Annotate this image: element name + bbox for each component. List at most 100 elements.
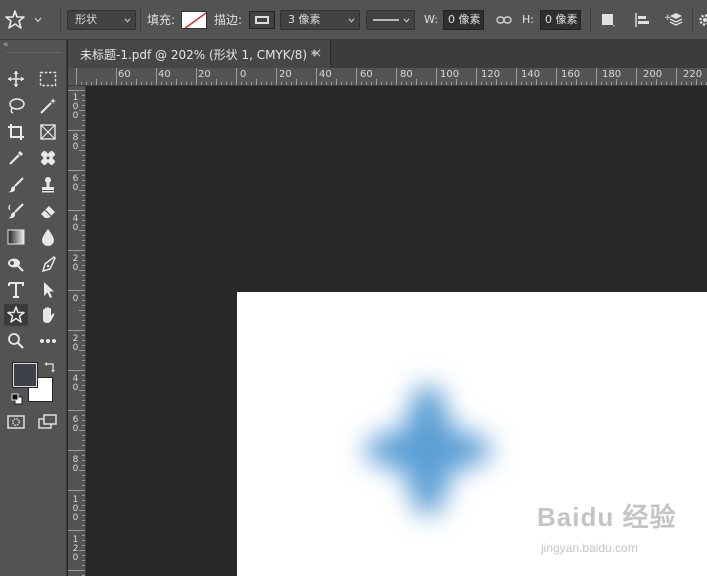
eyedropper-icon xyxy=(9,151,23,165)
blur-tool[interactable] xyxy=(36,226,60,248)
baidu-watermark: Baidu 经验 jingyan.baidu.com xyxy=(537,497,707,567)
quick-mask-button[interactable] xyxy=(4,411,28,433)
ruler-label: 120 xyxy=(72,535,79,563)
screen-mode-icon xyxy=(38,414,57,429)
default-colors-icon[interactable] xyxy=(11,393,23,408)
height-input[interactable]: 0 像素 xyxy=(540,10,581,30)
pen-icon xyxy=(41,256,56,273)
custom-shape-tool[interactable] xyxy=(4,304,28,326)
path-alignment-icon[interactable] xyxy=(634,0,650,40)
ruler-label: 60 xyxy=(72,174,79,193)
lasso-icon xyxy=(9,98,25,114)
ruler-label: 40 xyxy=(158,69,171,80)
magnifier-icon xyxy=(8,333,24,349)
frame-tool[interactable] xyxy=(36,121,60,143)
ruler-label: 60 xyxy=(118,69,131,80)
dodge-tool[interactable] xyxy=(4,253,28,275)
bandage-icon xyxy=(41,151,55,165)
ruler-label: 80 xyxy=(400,69,413,80)
ruler-label: 120 xyxy=(481,69,501,80)
vertical-ruler[interactable]: 100 80 60 40 20 0 20 40 60 80 100 120 xyxy=(68,86,86,576)
move-tool[interactable] xyxy=(4,68,28,90)
eraser-tool[interactable] xyxy=(36,200,60,222)
stroke-label: 描边: xyxy=(214,13,243,27)
dodge-icon xyxy=(8,258,24,272)
zoom-tool[interactable] xyxy=(4,330,28,352)
ruler-label: 100 xyxy=(72,495,79,523)
stamp-icon xyxy=(42,177,54,193)
eyedropper-tool[interactable] xyxy=(4,147,28,169)
frame-icon xyxy=(40,124,56,140)
stroke-width-field[interactable]: 3 像素 xyxy=(280,10,360,30)
stroke-width-value: 3 像素 xyxy=(288,13,321,26)
clone-stamp-tool[interactable] xyxy=(36,174,60,196)
ruler-label: 20 xyxy=(279,69,292,80)
ruler-label: 100 xyxy=(72,93,79,121)
chevron-down-icon xyxy=(124,18,131,23)
healing-brush-tool[interactable] xyxy=(36,147,60,169)
options-bar: 形状 填充: 描边: 3 像素 W: 0 像素 H: 0 像素 + xyxy=(0,0,707,40)
panel-grip[interactable] xyxy=(6,52,61,55)
ellipsis-icon xyxy=(40,339,56,343)
custom-shape-icon xyxy=(4,9,26,31)
ruler-label: 220 xyxy=(683,69,703,80)
droplet-icon xyxy=(42,229,54,246)
gradient-tool[interactable] xyxy=(4,226,28,248)
horizontal-ruler[interactable]: 60 40 20 0 20 40 60 80 100 120 140 160 1… xyxy=(68,68,707,86)
separator xyxy=(140,8,141,32)
ruler-label: 40 xyxy=(319,69,332,80)
swap-colors-icon[interactable] xyxy=(44,361,56,376)
ruler-label: 20 xyxy=(198,69,211,80)
marquee-tool[interactable] xyxy=(36,68,60,90)
stroke-line-icon xyxy=(373,19,399,21)
document-tab[interactable]: 未标题-1.pdf @ 202% (形状 1, CMYK/8) * × xyxy=(68,40,331,68)
path-arrangement-icon[interactable]: + xyxy=(664,0,684,40)
close-tab-icon[interactable]: × xyxy=(312,46,322,60)
document-tab-title: 未标题-1.pdf @ 202% (形状 1, CMYK/8) * xyxy=(80,47,317,62)
type-icon xyxy=(8,282,24,298)
magic-wand-tool[interactable] xyxy=(36,95,60,117)
brush-tool[interactable] xyxy=(4,174,28,196)
ruler-label: 40 xyxy=(72,214,79,233)
width-input[interactable]: 0 像素 xyxy=(443,10,484,30)
document-canvas[interactable]: Baidu 经验 jingyan.baidu.com xyxy=(237,292,707,576)
hand-icon xyxy=(43,307,55,323)
move-icon xyxy=(8,71,24,87)
crop-icon xyxy=(8,124,24,140)
collapse-panel-icon[interactable]: « xyxy=(3,40,8,50)
type-tool[interactable] xyxy=(4,279,28,301)
brush-icon xyxy=(8,177,24,193)
gradient-icon xyxy=(7,229,25,245)
shape-mode-value: 形状 xyxy=(75,13,97,26)
history-brush-tool[interactable] xyxy=(4,200,28,222)
crop-tool[interactable] xyxy=(4,121,28,143)
watermark-logo: Baidu 经验 xyxy=(537,502,677,532)
stroke-type-select[interactable] xyxy=(366,10,415,30)
screen-mode-button[interactable] xyxy=(36,411,60,433)
link-dimensions-icon[interactable] xyxy=(496,0,512,40)
chevron-down-icon xyxy=(403,18,410,23)
history-brush-icon xyxy=(8,203,24,219)
more-tools-button[interactable] xyxy=(36,330,60,352)
eraser-icon xyxy=(41,206,55,218)
ruler-label: 60 xyxy=(360,69,373,80)
gear-icon[interactable] xyxy=(698,0,707,40)
ruler-label: 20 xyxy=(72,254,79,273)
lasso-tool[interactable] xyxy=(4,95,28,117)
chevron-down-icon xyxy=(348,18,355,23)
pen-tool[interactable] xyxy=(36,253,60,275)
height-label: H: xyxy=(522,13,534,26)
width-label: W: xyxy=(424,13,438,26)
document-tab-strip: 未标题-1.pdf @ 202% (形状 1, CMYK/8) * × xyxy=(68,40,707,68)
tool-preset-picker[interactable] xyxy=(4,0,54,40)
fill-swatch[interactable] xyxy=(181,11,207,29)
foreground-color-swatch[interactable] xyxy=(12,362,38,388)
shape-mode-select[interactable]: 形状 xyxy=(67,10,136,30)
path-selection-tool[interactable] xyxy=(36,279,60,301)
ruler-label: 60 xyxy=(72,415,79,434)
arrow-cursor-icon xyxy=(44,282,54,298)
path-operations-icon[interactable] xyxy=(601,0,615,40)
hand-tool[interactable] xyxy=(36,304,60,326)
ruler-label: 80 xyxy=(72,133,79,152)
stroke-swatch[interactable] xyxy=(249,11,275,29)
